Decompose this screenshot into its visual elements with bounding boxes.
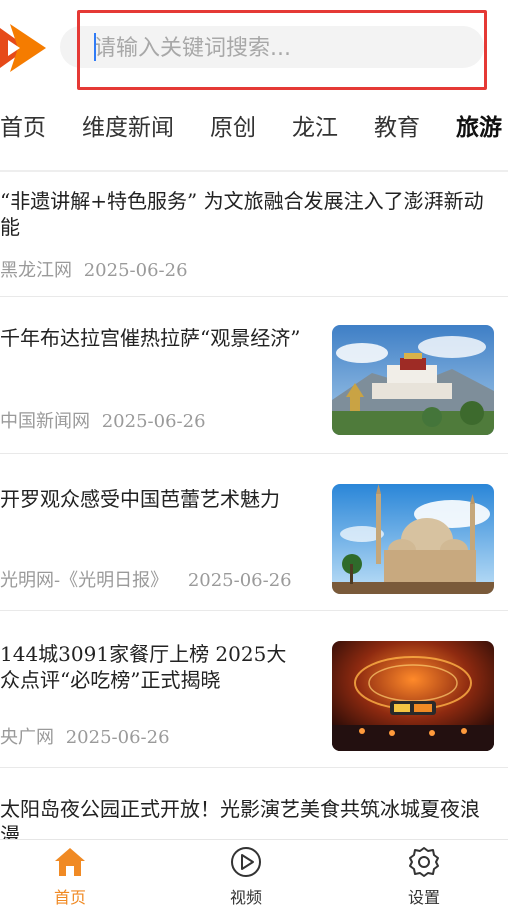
list-item[interactable]: 开罗观众感受中国芭蕾艺术魅力 光明网-《光明日报》 2025-06-26: [0, 454, 508, 611]
article-meta: 光明网-《光明日报》 2025-06-26: [0, 566, 292, 592]
list-item[interactable]: “非遗讲解+特色服务” 为文旅融合发展注入了澎湃新动能 黑龙江网 2025-06…: [0, 172, 508, 297]
category-tabs: 首页 维度新闻 原创 龙江 教育 旅游: [0, 100, 508, 150]
nav-video[interactable]: 视频: [206, 846, 286, 908]
article-thumbnail: [332, 325, 494, 435]
nav-settings[interactable]: 设置: [384, 846, 464, 908]
article-source: 中国新闻网: [0, 411, 90, 432]
tab-original[interactable]: 原创: [210, 108, 256, 142]
article-title: 千年布达拉宫催热拉萨“观景经济”: [0, 326, 301, 350]
tab-weidu-news[interactable]: 维度新闻: [82, 108, 174, 142]
nav-home[interactable]: 首页: [30, 846, 110, 908]
article-title: “非遗讲解+特色服务” 为文旅融合发展注入了澎湃新动能: [0, 189, 484, 239]
article-source: 光明网-《光明日报》: [0, 570, 169, 591]
tab-travel[interactable]: 旅游: [456, 108, 502, 142]
article-meta: 央广网 2025-06-26: [0, 723, 170, 749]
article-source: 央广网: [0, 727, 54, 748]
list-item[interactable]: 千年布达拉宫催热拉萨“观景经济” 中国新闻网 2025-06-26: [0, 297, 508, 454]
play-icon: [231, 847, 261, 877]
article-title: 144城3091家餐厅上榜 2025大众点评“必吃榜”正式揭晓: [0, 642, 287, 692]
article-thumbnail: [332, 484, 494, 594]
app-logo-icon[interactable]: [0, 18, 48, 78]
article-date: 2025-06-26: [65, 727, 170, 748]
article-thumbnail: [332, 641, 494, 751]
article-date: 2025-06-26: [83, 260, 188, 281]
tab-longjiang[interactable]: 龙江: [292, 108, 338, 142]
article-date: 2025-06-26: [101, 411, 206, 432]
mosque-image: [332, 484, 494, 594]
article-meta: 黑龙江网 2025-06-26: [0, 256, 188, 282]
event-stage-image: [332, 641, 494, 751]
nav-settings-label: 设置: [407, 888, 440, 907]
gear-icon: [409, 847, 439, 877]
search-highlight-box: [77, 10, 487, 90]
article-title: 开罗观众感受中国芭蕾艺术魅力: [0, 487, 280, 511]
article-date: 2025-06-26: [187, 570, 292, 591]
bottom-nav: 首页 视频 设置: [0, 839, 508, 910]
potala-palace-image: [332, 325, 494, 435]
list-item[interactable]: 太阳岛夜公园正式开放！光影演艺美食共筑冰城夏夜浪漫: [0, 768, 508, 848]
tab-home[interactable]: 首页: [0, 108, 46, 142]
header: [0, 0, 508, 96]
article-meta: 中国新闻网 2025-06-26: [0, 407, 206, 433]
nav-video-label: 视频: [229, 888, 262, 907]
tab-education[interactable]: 教育: [374, 108, 420, 142]
article-source: 黑龙江网: [0, 260, 72, 281]
home-icon: [55, 848, 85, 876]
nav-home-label: 首页: [53, 888, 86, 907]
list-item[interactable]: 144城3091家餐厅上榜 2025大众点评“必吃榜”正式揭晓 央广网 2025…: [0, 611, 508, 768]
article-list: “非遗讲解+特色服务” 为文旅融合发展注入了澎湃新动能 黑龙江网 2025-06…: [0, 172, 508, 848]
